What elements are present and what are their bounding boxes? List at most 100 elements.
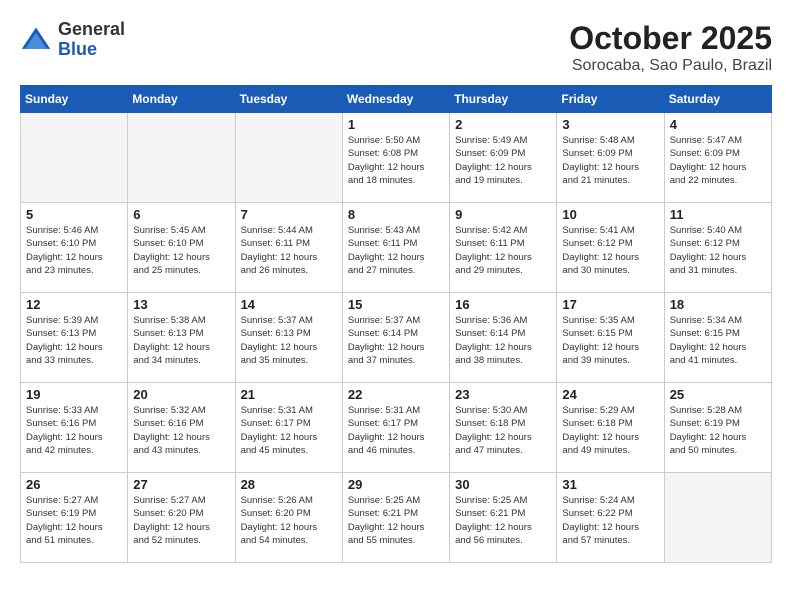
calendar-cell: 22 Sunrise: 5:31 AM Sunset: 6:17 PM Dayli… (342, 383, 449, 473)
calendar-cell: 17 Sunrise: 5:35 AM Sunset: 6:15 PM Dayli… (557, 293, 664, 383)
weekday-header: Saturday (664, 86, 771, 113)
day-info: Sunrise: 5:38 AM Sunset: 6:13 PM Dayligh… (133, 314, 229, 367)
calendar-cell: 9Sunrise: 5:42 AM Sunset: 6:11 PM Daylig… (450, 203, 557, 293)
calendar-cell: 25 Sunrise: 5:28 AM Sunset: 6:19 PM Dayli… (664, 383, 771, 473)
day-number: 27 (133, 477, 229, 492)
day-info: Sunrise: 5:25 AM Sunset: 6:21 PM Dayligh… (455, 494, 551, 547)
day-number: 31 (562, 477, 658, 492)
day-number: 20 (133, 387, 229, 402)
calendar-cell: 24Sunrise: 5:29 AM Sunset: 6:18 PM Dayli… (557, 383, 664, 473)
day-info: Sunrise: 5:46 AM Sunset: 6:10 PM Dayligh… (26, 224, 122, 277)
weekday-header: Tuesday (235, 86, 342, 113)
day-info: Sunrise: 5:48 AM Sunset: 6:09 PM Dayligh… (562, 134, 658, 187)
location-label: Sorocaba, Sao Paulo, Brazil (569, 57, 772, 75)
calendar-body: 1 Sunrise: 5:50 AM Sunset: 6:08 PM Daylig… (21, 113, 772, 563)
day-info: Sunrise: 5:27 AM Sunset: 6:20 PM Dayligh… (133, 494, 229, 547)
day-info: Sunrise: 5:32 AM Sunset: 6:16 PM Dayligh… (133, 404, 229, 457)
month-title: October 2025 (569, 20, 772, 57)
day-info: Sunrise: 5:33 AM Sunset: 6:16 PM Dayligh… (26, 404, 122, 457)
calendar-week-row: 19 Sunrise: 5:33 AM Sunset: 6:16 PM Dayli… (21, 383, 772, 473)
weekday-header: Thursday (450, 86, 557, 113)
calendar-week-row: 5 Sunrise: 5:46 AM Sunset: 6:10 PM Daylig… (21, 203, 772, 293)
day-info: Sunrise: 5:25 AM Sunset: 6:21 PM Dayligh… (348, 494, 444, 547)
day-number: 30 (455, 477, 551, 492)
day-number: 21 (241, 387, 337, 402)
calendar-cell (21, 113, 128, 203)
day-number: 8 (348, 207, 444, 222)
calendar-cell: 19 Sunrise: 5:33 AM Sunset: 6:16 PM Dayli… (21, 383, 128, 473)
day-info: Sunrise: 5:40 AM Sunset: 6:12 PM Dayligh… (670, 224, 766, 277)
day-number: 13 (133, 297, 229, 312)
day-info: Sunrise: 5:30 AM Sunset: 6:18 PM Dayligh… (455, 404, 551, 457)
day-number: 19 (26, 387, 122, 402)
day-number: 4 (670, 117, 766, 132)
calendar-cell: 31 Sunrise: 5:24 AM Sunset: 6:22 PM Dayli… (557, 473, 664, 563)
day-number: 17 (562, 297, 658, 312)
day-number: 14 (241, 297, 337, 312)
logo-text: General Blue (58, 20, 125, 60)
calendar-cell: 5 Sunrise: 5:46 AM Sunset: 6:10 PM Daylig… (21, 203, 128, 293)
calendar-cell: 6Sunrise: 5:45 AM Sunset: 6:10 PM Daylig… (128, 203, 235, 293)
logo: General Blue (20, 20, 125, 60)
day-number: 10 (562, 207, 658, 222)
calendar-cell: 4 Sunrise: 5:47 AM Sunset: 6:09 PM Daylig… (664, 113, 771, 203)
day-info: Sunrise: 5:39 AM Sunset: 6:13 PM Dayligh… (26, 314, 122, 367)
calendar-cell: 23 Sunrise: 5:30 AM Sunset: 6:18 PM Dayli… (450, 383, 557, 473)
day-number: 24 (562, 387, 658, 402)
calendar-cell: 29 Sunrise: 5:25 AM Sunset: 6:21 PM Dayli… (342, 473, 449, 563)
day-number: 12 (26, 297, 122, 312)
day-number: 25 (670, 387, 766, 402)
calendar-header: SundayMondayTuesdayWednesdayThursdayFrid… (21, 86, 772, 113)
day-number: 29 (348, 477, 444, 492)
day-info: Sunrise: 5:44 AM Sunset: 6:11 PM Dayligh… (241, 224, 337, 277)
day-number: 2 (455, 117, 551, 132)
calendar-cell: 12 Sunrise: 5:39 AM Sunset: 6:13 PM Dayli… (21, 293, 128, 383)
day-info: Sunrise: 5:31 AM Sunset: 6:17 PM Dayligh… (348, 404, 444, 457)
calendar-cell: 27 Sunrise: 5:27 AM Sunset: 6:20 PM Dayli… (128, 473, 235, 563)
calendar-cell: 3Sunrise: 5:48 AM Sunset: 6:09 PM Daylig… (557, 113, 664, 203)
calendar-cell: 30 Sunrise: 5:25 AM Sunset: 6:21 PM Dayli… (450, 473, 557, 563)
day-number: 7 (241, 207, 337, 222)
day-info: Sunrise: 5:41 AM Sunset: 6:12 PM Dayligh… (562, 224, 658, 277)
weekday-header: Monday (128, 86, 235, 113)
day-info: Sunrise: 5:37 AM Sunset: 6:14 PM Dayligh… (348, 314, 444, 367)
logo-general-label: General (58, 20, 125, 40)
day-info: Sunrise: 5:37 AM Sunset: 6:13 PM Dayligh… (241, 314, 337, 367)
day-number: 26 (26, 477, 122, 492)
day-number: 11 (670, 207, 766, 222)
day-info: Sunrise: 5:45 AM Sunset: 6:10 PM Dayligh… (133, 224, 229, 277)
calendar-cell: 20 Sunrise: 5:32 AM Sunset: 6:16 PM Dayli… (128, 383, 235, 473)
day-number: 23 (455, 387, 551, 402)
day-info: Sunrise: 5:24 AM Sunset: 6:22 PM Dayligh… (562, 494, 658, 547)
day-number: 18 (670, 297, 766, 312)
calendar-cell: 26 Sunrise: 5:27 AM Sunset: 6:19 PM Dayli… (21, 473, 128, 563)
calendar-cell: 14 Sunrise: 5:37 AM Sunset: 6:13 PM Dayli… (235, 293, 342, 383)
calendar-week-row: 12 Sunrise: 5:39 AM Sunset: 6:13 PM Dayli… (21, 293, 772, 383)
day-number: 1 (348, 117, 444, 132)
calendar-cell (664, 473, 771, 563)
day-info: Sunrise: 5:27 AM Sunset: 6:19 PM Dayligh… (26, 494, 122, 547)
page-header: General Blue October 2025 Sorocaba, Sao … (20, 20, 772, 75)
calendar-cell: 15Sunrise: 5:37 AM Sunset: 6:14 PM Dayli… (342, 293, 449, 383)
day-info: Sunrise: 5:47 AM Sunset: 6:09 PM Dayligh… (670, 134, 766, 187)
calendar-cell: 1 Sunrise: 5:50 AM Sunset: 6:08 PM Daylig… (342, 113, 449, 203)
logo-icon (20, 24, 52, 56)
day-info: Sunrise: 5:36 AM Sunset: 6:14 PM Dayligh… (455, 314, 551, 367)
day-info: Sunrise: 5:35 AM Sunset: 6:15 PM Dayligh… (562, 314, 658, 367)
day-info: Sunrise: 5:31 AM Sunset: 6:17 PM Dayligh… (241, 404, 337, 457)
calendar-cell: 13 Sunrise: 5:38 AM Sunset: 6:13 PM Dayli… (128, 293, 235, 383)
day-info: Sunrise: 5:28 AM Sunset: 6:19 PM Dayligh… (670, 404, 766, 457)
calendar-cell: 28Sunrise: 5:26 AM Sunset: 6:20 PM Dayli… (235, 473, 342, 563)
calendar-cell (235, 113, 342, 203)
calendar-week-row: 26 Sunrise: 5:27 AM Sunset: 6:19 PM Dayli… (21, 473, 772, 563)
day-info: Sunrise: 5:50 AM Sunset: 6:08 PM Dayligh… (348, 134, 444, 187)
day-number: 5 (26, 207, 122, 222)
calendar-cell: 2Sunrise: 5:49 AM Sunset: 6:09 PM Daylig… (450, 113, 557, 203)
weekday-header: Friday (557, 86, 664, 113)
day-info: Sunrise: 5:34 AM Sunset: 6:15 PM Dayligh… (670, 314, 766, 367)
title-block: October 2025 Sorocaba, Sao Paulo, Brazil (569, 20, 772, 75)
day-number: 9 (455, 207, 551, 222)
day-number: 28 (241, 477, 337, 492)
day-number: 22 (348, 387, 444, 402)
calendar-cell: 21 Sunrise: 5:31 AM Sunset: 6:17 PM Dayli… (235, 383, 342, 473)
